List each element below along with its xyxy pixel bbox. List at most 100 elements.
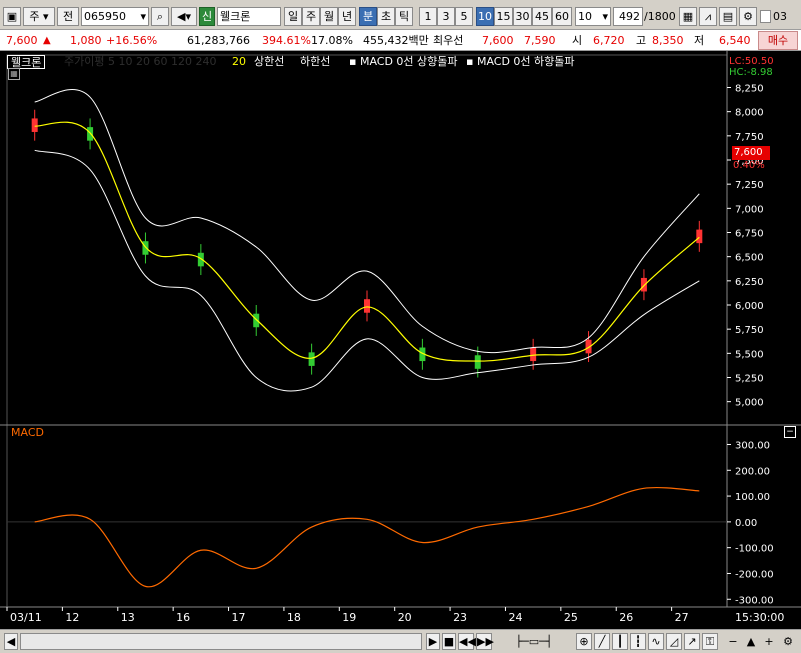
legend-macd-down-label: MACD 0선 하향돌파 [476, 55, 575, 68]
date-label: 03/11 [10, 611, 42, 624]
scrollbar-track[interactable] [20, 633, 422, 650]
candle-body [364, 299, 370, 313]
dropdown-icon[interactable]: ▾ [602, 8, 608, 25]
current-price-marker: 7,600 [732, 146, 770, 160]
macd-tick-label: 200.00 [735, 466, 770, 477]
lock-icon[interactable]: ⚿ [702, 633, 718, 650]
best-ask: 7,600 [482, 34, 514, 47]
macd-tick-label: 300.00 [735, 440, 770, 451]
trend-icon[interactable]: ↗ [684, 633, 700, 650]
rewind-icon[interactable]: ◀◀ [458, 633, 476, 650]
zoom-slider[interactable]: ├─▭─┤ [496, 633, 572, 650]
chart-type-icon[interactable]: ⩘ [699, 7, 717, 26]
dropdown-icon[interactable]: ▾ [140, 8, 146, 25]
period-year[interactable]: 년 [338, 7, 356, 26]
period-tick[interactable]: 틱 [395, 7, 413, 26]
chart-canvas[interactable]: 8,2508,0007,7507,5007,2507,0006,7506,500… [0, 51, 801, 629]
volume: 61,283,766 [187, 34, 250, 47]
settings-icon[interactable]: ⚙ [739, 7, 757, 26]
save-icon[interactable]: ▤ [719, 7, 737, 26]
legend-name-box[interactable]: 웰크론 [7, 55, 46, 69]
interval-30[interactable]: 30 [513, 7, 532, 26]
area-chart-icon[interactable]: ◿ [666, 633, 682, 650]
quote-bar: 7,600 ▲ 1,080 +16.56% 61,283,766 394.61%… [0, 30, 801, 51]
legend-macd-down: ▪ MACD 0선 하향돌파 [466, 55, 575, 68]
date-label: 12 [65, 611, 79, 624]
price-tick-label: 5,500 [735, 349, 764, 360]
period-month[interactable]: 월 [320, 7, 338, 26]
price-tick-label: 5,250 [735, 374, 764, 385]
stock-code-input[interactable]: 065950 ▾ [81, 7, 149, 26]
best-bid: 7,590 [524, 34, 556, 47]
line-chart-icon[interactable]: ∿ [648, 633, 664, 650]
price-tick-label: 6,500 [735, 253, 764, 264]
checkbox[interactable] [760, 10, 771, 23]
interval-10[interactable]: 10 [476, 7, 494, 26]
indicator-grid-icon[interactable]: ▦ [8, 68, 20, 80]
bottom-bar: ◀ ▶ ■ ◀◀ ▶▶ ├─▭─┤ ⊕ ╱ ┃ ┇ ∿ ◿ ↗ ⚿ − ▲ + … [0, 629, 801, 653]
period-minute[interactable]: 분 [359, 7, 377, 26]
speaker-icon[interactable]: ◀▾ [171, 7, 197, 26]
hc-value: HC:-8.98 [729, 67, 773, 78]
candle-body [308, 352, 315, 366]
open-price: 6,720 [593, 34, 625, 47]
date-label: 19 [342, 611, 356, 624]
price-tick-label: 7,750 [735, 132, 764, 143]
volume-ratio: 394.61% [262, 34, 311, 47]
price-tick-label: 7,000 [735, 204, 764, 215]
settings-icon[interactable]: ⚙ [780, 633, 796, 650]
interval-45[interactable]: 45 [532, 7, 552, 26]
forward-icon[interactable]: ▶▶ [476, 633, 494, 650]
bar-icon[interactable]: ┇ [630, 633, 646, 650]
current-price: 7,600 [6, 34, 38, 47]
time-label: 15:30:00 [735, 611, 784, 624]
price-change: 1,080 [70, 34, 102, 47]
interval-60[interactable]: 60 [552, 7, 572, 26]
window-icon[interactable]: ▣ [3, 7, 21, 26]
interval-1[interactable]: 1 [419, 7, 437, 26]
market-select[interactable]: 주 ▾ [23, 7, 55, 26]
chart-area[interactable]: 8,250 8,000 7,750 7,500 7,250 7,000 6,750 6,500… [0, 51, 801, 629]
stock-code-value: 065950 [84, 10, 126, 23]
interval-3[interactable]: 3 [437, 7, 455, 26]
candle-body [31, 118, 38, 132]
up-icon[interactable]: ▲ [744, 633, 758, 650]
period-week[interactable]: 주 [302, 7, 320, 26]
low-label: 저 [694, 34, 705, 47]
bar-total: /1800 [644, 10, 676, 23]
grid-icon[interactable]: ▦ [679, 7, 697, 26]
prev-button[interactable]: 전 [57, 7, 79, 26]
candle-body [640, 277, 647, 292]
plus-icon[interactable]: + [762, 633, 776, 650]
interval-5[interactable]: 5 [455, 7, 473, 26]
period-second[interactable]: 초 [377, 7, 395, 26]
crosshair-icon[interactable]: ⊕ [576, 633, 592, 650]
turnover-rate: 17.08% [311, 34, 353, 47]
price-tick-label: 5,750 [735, 325, 764, 336]
collapse-icon[interactable]: − [784, 426, 796, 438]
date-label: 17 [232, 611, 246, 624]
price-tick-label: 6,250 [735, 277, 764, 288]
price-tick-label: 8,000 [735, 108, 764, 119]
line-tool-icon[interactable]: ╱ [594, 633, 610, 650]
date-label: 27 [675, 611, 689, 624]
credit-badge: 신 [199, 7, 215, 26]
price-tick-label: 5,000 [735, 398, 764, 409]
scroll-left-icon[interactable]: ◀ [4, 633, 18, 650]
stop-icon[interactable]: ■ [442, 633, 456, 650]
buy-button[interactable]: 매수 [758, 31, 798, 50]
interval-15[interactable]: 15 [494, 7, 513, 26]
play-icon[interactable]: ▶ [426, 633, 440, 650]
macd-tick-label: 0.00 [735, 518, 757, 529]
candle-icon[interactable]: ┃ [612, 633, 628, 650]
search-icon[interactable]: ⌕ [151, 7, 169, 26]
up-arrow-icon: ▲ [43, 35, 51, 46]
legend-upper-band: 상한선 [254, 55, 285, 68]
period-day[interactable]: 일 [284, 7, 302, 26]
open-label: 시 [572, 34, 583, 47]
minus-icon[interactable]: − [726, 633, 740, 650]
stock-name-field[interactable]: 웰크론 [217, 7, 281, 26]
interval-select[interactable]: 10 ▾ [575, 7, 611, 26]
bar-count-input[interactable]: 492 [613, 7, 643, 26]
plot-frame [6, 54, 728, 608]
